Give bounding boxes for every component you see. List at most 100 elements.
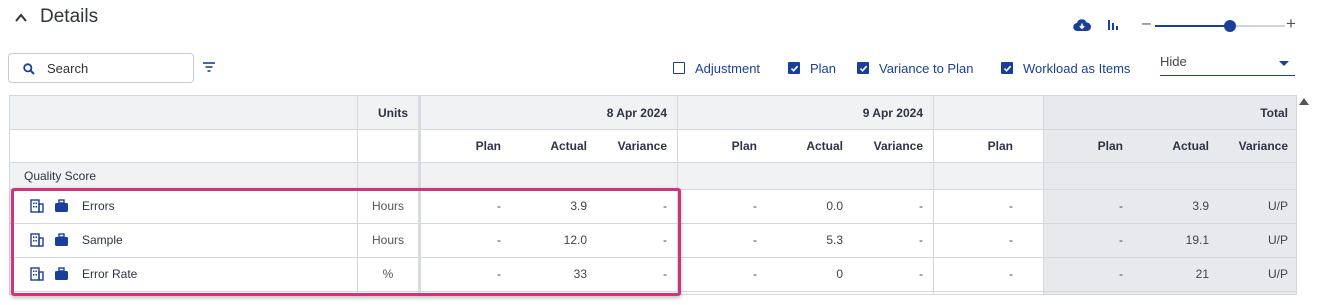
row-name[interactable]: Error Rate bbox=[82, 257, 352, 291]
d1-plan-header: Plan bbox=[475, 138, 501, 153]
zoom-out-button[interactable]: – bbox=[1142, 14, 1151, 34]
checkbox-box[interactable] bbox=[857, 62, 869, 74]
d2-variance-cell[interactable]: - bbox=[853, 223, 933, 257]
date-header-1: 8 Apr 2024 bbox=[421, 96, 677, 129]
search-box[interactable] bbox=[8, 53, 194, 83]
d3-plan-cell[interactable]: - bbox=[933, 257, 1023, 291]
row-name[interactable]: Sample bbox=[82, 223, 352, 257]
total-actual-cell: 21 bbox=[1195, 267, 1209, 281]
grid-line bbox=[418, 96, 421, 294]
search-icon bbox=[23, 63, 35, 75]
total-actual-header: Actual bbox=[1133, 129, 1219, 162]
total-actual-cell: 3.9 bbox=[1192, 199, 1209, 213]
building-icon[interactable] bbox=[30, 233, 44, 247]
briefcase-icon[interactable] bbox=[54, 267, 69, 281]
group-row-total bbox=[1043, 162, 1296, 189]
section-title: Details bbox=[40, 6, 99, 27]
subheader-blank bbox=[10, 129, 358, 162]
units-header: Units bbox=[358, 96, 418, 129]
group-row-quality-score[interactable]: Quality Score bbox=[10, 162, 1043, 189]
total-header: Total bbox=[1043, 96, 1296, 129]
plan-checkbox[interactable]: Plan bbox=[788, 60, 836, 76]
grid-line bbox=[10, 189, 1296, 190]
d3-plan-cell[interactable]: - bbox=[933, 189, 1023, 223]
variance-to-plan-checkbox[interactable]: Variance to Plan bbox=[857, 60, 973, 76]
total-plan-cell: - bbox=[1119, 233, 1123, 247]
d1-plan-cell[interactable]: - bbox=[421, 257, 511, 291]
row-units: Hours bbox=[371, 233, 404, 247]
d2-plan-header: Plan bbox=[731, 138, 757, 153]
d2-plan-cell[interactable]: - bbox=[677, 257, 767, 291]
d3-plan-cell[interactable]: - bbox=[933, 223, 1023, 257]
check-icon bbox=[790, 65, 798, 72]
building-icon[interactable] bbox=[30, 267, 44, 281]
row-icons bbox=[30, 267, 69, 281]
checkbox-box[interactable] bbox=[1001, 62, 1013, 74]
grid-line bbox=[10, 129, 1296, 130]
d1-plan-cell[interactable]: - bbox=[421, 189, 511, 223]
d2-variance-cell[interactable]: - bbox=[853, 189, 933, 223]
grid-line bbox=[677, 96, 678, 294]
zoom-slider-handle[interactable] bbox=[1224, 20, 1237, 32]
d1-variance-cell[interactable]: - bbox=[597, 189, 677, 223]
d1-variance-cell[interactable]: - bbox=[597, 257, 677, 291]
total-variance-cell: U/P bbox=[1267, 267, 1288, 281]
d2-actual-cell[interactable]: 0 bbox=[767, 257, 853, 291]
d1-actual-cell[interactable]: 12.0 bbox=[511, 223, 597, 257]
grid-line bbox=[10, 223, 1296, 224]
d2-actual-cell[interactable]: 5.3 bbox=[767, 223, 853, 257]
total-plan-header: Plan bbox=[1043, 129, 1133, 162]
row-units: % bbox=[382, 267, 394, 281]
grid-line bbox=[10, 162, 1296, 163]
row-icons bbox=[30, 233, 69, 247]
d1-actual-cell[interactable]: 3.9 bbox=[511, 189, 597, 223]
grid-line bbox=[357, 96, 358, 294]
details-table: Units 8 Apr 2024 9 Apr 2024 Total Plan A… bbox=[9, 95, 1297, 295]
d3-plan-header: Plan bbox=[987, 138, 1013, 153]
briefcase-icon[interactable] bbox=[54, 233, 69, 247]
d1-variance-header: Variance bbox=[617, 138, 667, 153]
workload-as-items-checkbox[interactable]: Workload as Items bbox=[1001, 60, 1130, 76]
total-plan-cell: - bbox=[1119, 199, 1123, 213]
zoom-in-button[interactable]: + bbox=[1286, 14, 1296, 34]
checkbox-box[interactable] bbox=[673, 62, 685, 74]
search-input[interactable] bbox=[47, 57, 187, 79]
hide-select-value: Hide bbox=[1160, 54, 1187, 69]
adjustment-label: Adjustment bbox=[695, 60, 761, 76]
d1-actual-header: Actual bbox=[550, 138, 587, 153]
check-icon bbox=[859, 65, 867, 72]
bar-chart-icon[interactable] bbox=[1106, 18, 1120, 32]
check-icon bbox=[1003, 65, 1011, 72]
hide-select[interactable]: Hide bbox=[1160, 52, 1295, 76]
d2-plan-cell[interactable]: - bbox=[677, 223, 767, 257]
total-variance-cell: U/P bbox=[1267, 199, 1288, 213]
building-icon[interactable] bbox=[30, 199, 44, 213]
checkbox-box[interactable] bbox=[788, 62, 800, 74]
total-variance-cell: U/P bbox=[1267, 233, 1288, 247]
row-name[interactable]: Errors bbox=[82, 189, 352, 223]
d2-variance-header: Variance bbox=[873, 138, 923, 153]
scroll-up-arrow-icon[interactable] bbox=[1299, 98, 1309, 105]
workload-as-items-label: Workload as Items bbox=[1023, 60, 1131, 76]
collapse-chevron-icon[interactable] bbox=[14, 11, 28, 25]
total-variance-header: Variance bbox=[1219, 129, 1296, 162]
filter-icon[interactable] bbox=[202, 61, 216, 73]
zoom-slider-fill bbox=[1155, 25, 1231, 27]
plan-label: Plan bbox=[810, 60, 837, 76]
cloud-download-icon[interactable] bbox=[1073, 18, 1091, 32]
grid-line bbox=[10, 291, 1296, 292]
chevron-down-icon bbox=[1279, 61, 1289, 66]
adjustment-checkbox[interactable]: Adjustment bbox=[673, 60, 760, 76]
briefcase-icon[interactable] bbox=[54, 199, 69, 213]
variance-to-plan-label: Variance to Plan bbox=[879, 60, 974, 76]
d2-variance-cell[interactable]: - bbox=[853, 257, 933, 291]
grid-line bbox=[10, 257, 1296, 258]
d1-actual-cell[interactable]: 33 bbox=[511, 257, 597, 291]
d2-plan-cell[interactable]: - bbox=[677, 189, 767, 223]
d1-plan-cell[interactable]: - bbox=[421, 223, 511, 257]
d1-variance-cell[interactable]: - bbox=[597, 223, 677, 257]
date-header-3 bbox=[933, 96, 1043, 129]
row-units: Hours bbox=[371, 199, 404, 213]
total-plan-cell: - bbox=[1119, 267, 1123, 281]
d2-actual-cell[interactable]: 0.0 bbox=[767, 189, 853, 223]
